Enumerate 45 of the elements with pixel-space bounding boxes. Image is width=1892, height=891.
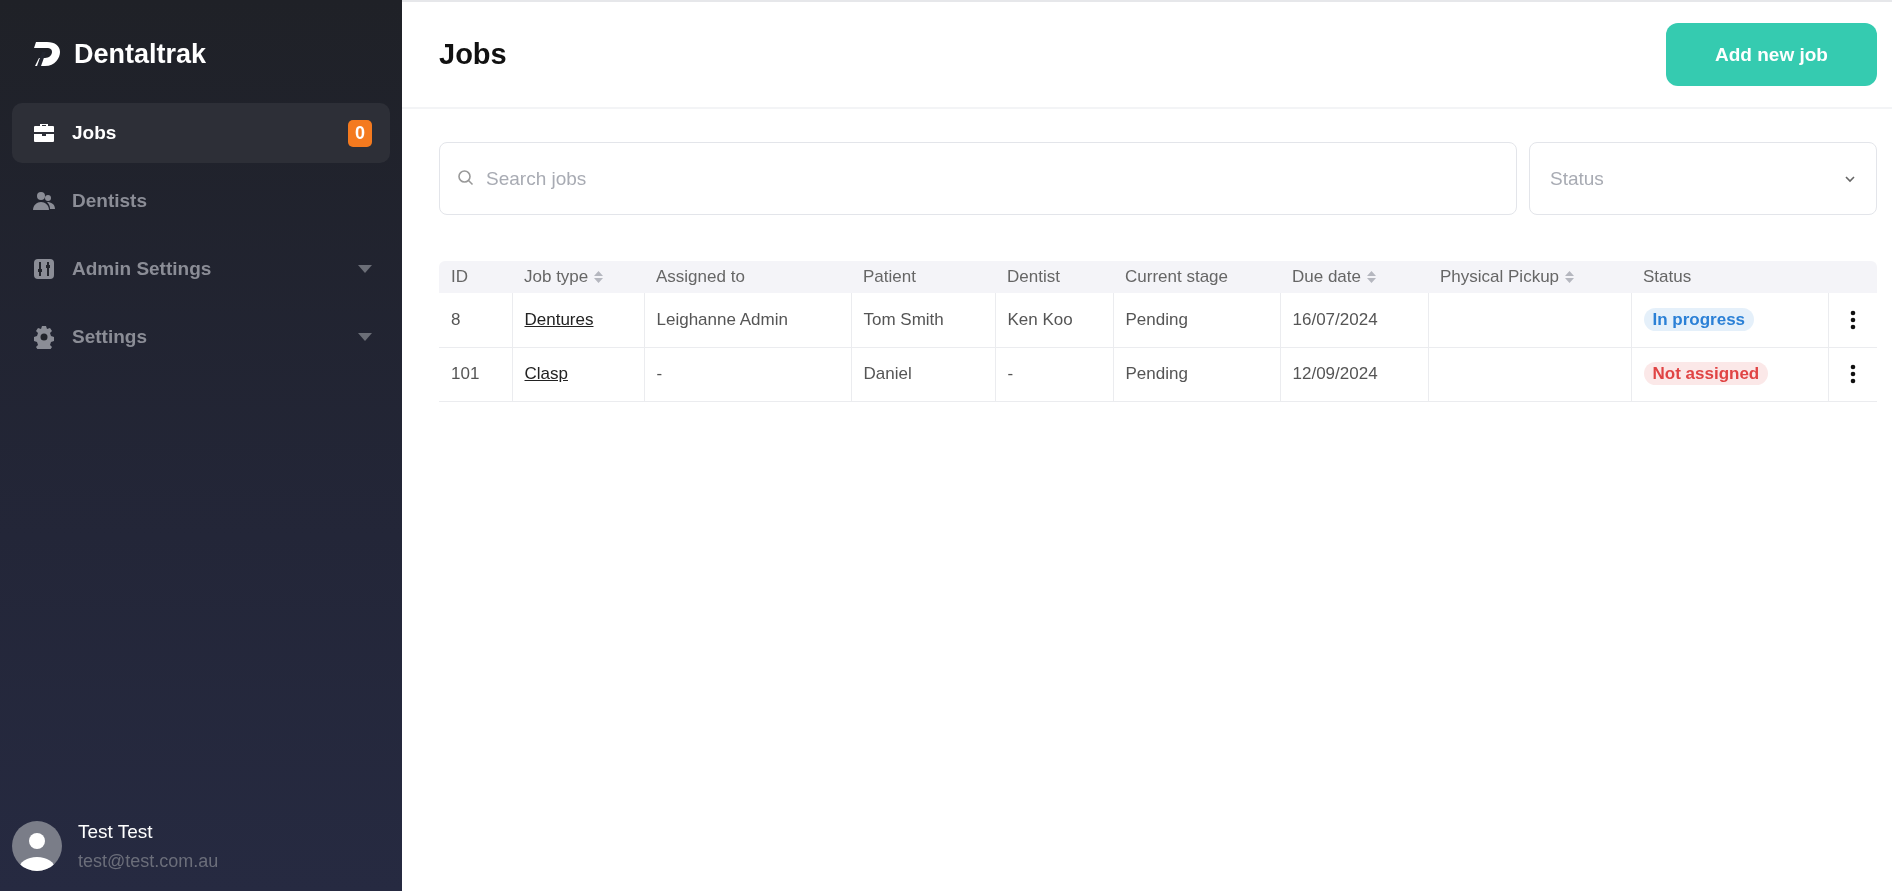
table-cell: Pending xyxy=(1113,347,1280,401)
job-type-link[interactable]: Dentures xyxy=(524,309,594,329)
column-header[interactable]: Due date xyxy=(1280,261,1428,293)
sidebar-item[interactable]: Jobs 0 xyxy=(12,103,390,163)
chevron-icon xyxy=(1844,174,1856,183)
column-header: Status xyxy=(1631,261,1828,293)
column-header: Assigned to xyxy=(644,261,851,293)
table-cell: 101 xyxy=(439,347,512,401)
briefcase-icon xyxy=(32,121,56,145)
more-icon xyxy=(1849,309,1856,330)
table-cell: - xyxy=(995,347,1113,401)
more-icon xyxy=(1849,364,1856,384)
column-header: ID xyxy=(439,261,512,293)
count-badge: 0 xyxy=(348,119,372,147)
avatar-icon xyxy=(12,821,62,871)
sidebar-item[interactable]: Settings xyxy=(12,307,390,367)
sliders-icon xyxy=(32,257,56,281)
table-cell: Leighanne Admin xyxy=(644,293,851,347)
user-email: test@test.com.au xyxy=(78,850,219,872)
page-title: Jobs xyxy=(439,38,507,71)
table-cell: Daniel xyxy=(851,347,995,401)
table-cell: - xyxy=(644,347,851,401)
table-cell: Tom Smith xyxy=(851,293,995,347)
user-name: Test Test xyxy=(78,820,154,843)
column-header: Current stage xyxy=(1113,261,1280,293)
column-header[interactable]: Physical Pickup xyxy=(1428,261,1631,293)
table-cell: 8 xyxy=(439,293,512,347)
sidebar-item[interactable]: Dentists xyxy=(12,171,390,231)
users-icon xyxy=(32,189,56,213)
sidebar-item[interactable]: Admin Settings xyxy=(12,239,390,299)
table-cell: Ken Koo xyxy=(995,293,1113,347)
column-header: Patient xyxy=(851,261,995,293)
job-type-link[interactable]: Clasp xyxy=(524,364,568,383)
brand-name: Dentaltrak xyxy=(74,38,207,70)
settings-icon xyxy=(32,325,56,349)
column-header: Dentist xyxy=(995,261,1113,293)
search-icon xyxy=(457,169,475,187)
column-header[interactable]: Job type xyxy=(512,261,644,293)
logo-icon xyxy=(32,39,62,69)
status-tag: In progress xyxy=(1643,307,1755,331)
search-field[interactable]: Search jobs xyxy=(439,142,1517,215)
status-tag: Not assigned xyxy=(1643,362,1769,385)
table-cell: 12/09/2024 xyxy=(1280,347,1428,401)
table-cell: Pending xyxy=(1113,293,1280,347)
table-cell: 16/07/2024 xyxy=(1280,293,1428,347)
